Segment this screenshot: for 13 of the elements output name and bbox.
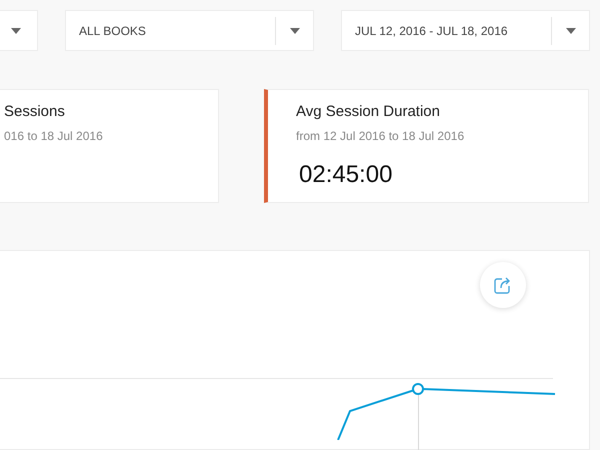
share-icon bbox=[494, 276, 512, 294]
share-button[interactable] bbox=[480, 262, 526, 308]
caret-icon bbox=[290, 28, 300, 34]
caret-icon bbox=[566, 28, 576, 34]
caret-icon bbox=[11, 28, 21, 34]
dropdown[interactable]: JUL 12, 2016 - JUL 18, 2016 bbox=[341, 10, 590, 51]
dropdown[interactable] bbox=[0, 10, 38, 51]
card-subtitle: from 12 Jul 2016 to 18 Jul 2016 bbox=[296, 128, 466, 145]
dropdown[interactable]: ALL BOOKS bbox=[65, 10, 314, 51]
card-subtitle: 016 to 18 Jul 2016 bbox=[4, 128, 104, 145]
card-title: Sessions bbox=[4, 102, 66, 122]
card-value: 02:45:00 bbox=[299, 160, 394, 190]
card-title: Avg Session Duration bbox=[296, 102, 441, 122]
